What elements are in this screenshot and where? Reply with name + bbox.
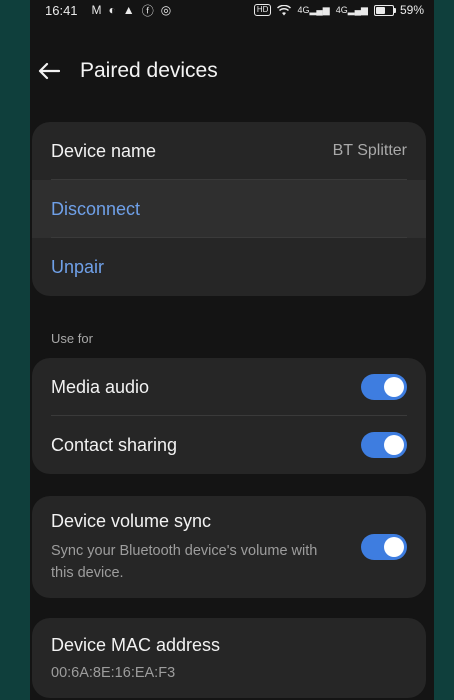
back-button[interactable] xyxy=(34,56,64,86)
toggle-knob xyxy=(384,435,404,455)
volume-sync-text: Device volume sync Sync your Bluetooth d… xyxy=(51,511,336,584)
volume-sync-description: Sync your Bluetooth device's volume with… xyxy=(51,542,318,581)
disconnect-button[interactable]: Disconnect xyxy=(32,180,426,238)
status-bar: 16:41 M ◐ ▲ ⓕ ◎ HD 4G▂▄▆ 4G▂▄▆ 59% xyxy=(30,0,434,20)
mac-address-card: Device MAC address 00:6A:8E:16:EA:F3 xyxy=(32,618,426,698)
hd-voice-icon: HD xyxy=(253,4,272,16)
volume-sync-toggle[interactable] xyxy=(361,534,407,560)
unpair-label: Unpair xyxy=(51,256,105,277)
volume-sync-label: Device volume sync xyxy=(51,510,212,531)
contact-sharing-toggle[interactable] xyxy=(361,432,407,458)
notification-icon: ◐ xyxy=(108,3,116,17)
media-audio-toggle[interactable] xyxy=(361,374,407,400)
media-audio-row[interactable]: Media audio xyxy=(32,358,426,416)
contact-sharing-label: Contact sharing xyxy=(51,434,178,455)
facebook-icon: ⓕ xyxy=(141,3,154,18)
page-title: Paired devices xyxy=(80,59,218,82)
status-time: 16:41 xyxy=(45,2,78,18)
device-name-row[interactable]: Device name BT Splitter xyxy=(32,122,426,180)
unpair-button[interactable]: Unpair xyxy=(32,238,426,296)
use-for-card: Media audio Contact sharing xyxy=(32,358,426,474)
mac-address-row: Device MAC address 00:6A:8E:16:EA:F3 xyxy=(32,618,426,698)
instagram-icon: ◎ xyxy=(160,3,172,17)
toggle-knob xyxy=(384,537,404,557)
phone-screen: 16:41 M ◐ ▲ ⓕ ◎ HD 4G▂▄▆ 4G▂▄▆ 59% Paire… xyxy=(30,0,434,700)
app-bar: Paired devices xyxy=(30,48,434,94)
gmail-icon: M xyxy=(91,3,102,17)
toggle-knob xyxy=(384,377,404,397)
signal-icon: 4G▂▄▆ xyxy=(297,4,330,15)
volume-sync-row[interactable]: Device volume sync Sync your Bluetooth d… xyxy=(32,496,426,598)
contact-sharing-row[interactable]: Contact sharing xyxy=(32,416,426,474)
notification-icons: M ◐ ▲ ⓕ ◎ xyxy=(92,2,172,19)
volume-sync-card: Device volume sync Sync your Bluetooth d… xyxy=(32,496,426,598)
device-name-value: BT Splitter xyxy=(332,142,407,159)
device-card: Device name BT Splitter Disconnect Unpai… xyxy=(32,122,426,296)
system-icons: HD 4G▂▄▆ 4G▂▄▆ 59% xyxy=(253,3,424,17)
signal-icon-2: 4G▂▄▆ xyxy=(335,4,368,15)
mac-address-label: Device MAC address xyxy=(51,635,221,655)
battery-icon xyxy=(373,4,396,16)
disconnect-label: Disconnect xyxy=(51,198,141,219)
use-for-heading: Use for xyxy=(51,331,93,346)
back-arrow-icon xyxy=(38,62,60,80)
device-name-label: Device name xyxy=(51,140,157,161)
battery-percent: 59% xyxy=(399,3,424,17)
mac-address-value: 00:6A:8E:16:EA:F3 xyxy=(51,665,176,681)
media-audio-label: Media audio xyxy=(51,376,150,397)
wifi-icon xyxy=(277,4,292,15)
drive-icon: ▲ xyxy=(122,3,135,17)
